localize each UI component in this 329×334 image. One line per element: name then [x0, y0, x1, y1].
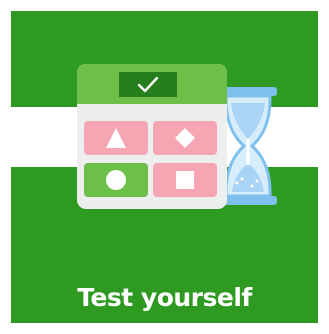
- quiz-illustration: [77, 64, 277, 209]
- quiz-board: [77, 64, 227, 209]
- app-frame: Test yourself: [0, 0, 329, 334]
- answer-box: [119, 72, 177, 97]
- hourglass-icon: [220, 87, 277, 205]
- caption-title: Test yourself: [77, 283, 252, 312]
- circle-icon: [106, 170, 126, 190]
- square-icon: [176, 171, 194, 189]
- test-yourself-card[interactable]: Test yourself: [11, 11, 318, 323]
